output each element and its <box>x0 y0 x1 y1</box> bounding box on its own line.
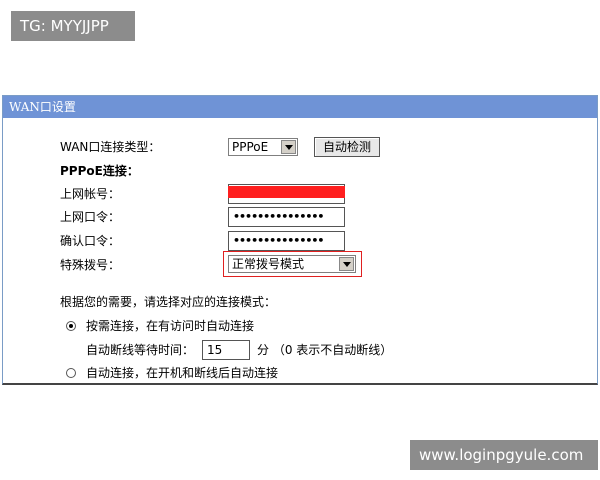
radio-auto-connect[interactable] <box>66 368 76 378</box>
idle-time-label: 自动断线等待时间： <box>86 343 195 357</box>
confirm-password-field[interactable]: ••••••••••••••• <box>228 231 345 251</box>
conn-type-select[interactable]: PPPoE <box>228 138 298 156</box>
chevron-down-icon[interactable] <box>281 140 296 154</box>
auto-detect-button[interactable]: 自动检测 <box>314 137 380 157</box>
password-label: 上网口令： <box>60 210 121 224</box>
conn-type-value: PPPoE <box>232 140 269 154</box>
idle-time-field[interactable]: 15 <box>202 340 250 360</box>
watermark-top: TG: MYYJJPP <box>11 11 135 41</box>
on-demand-label: 按需连接，在有访问时自动连接 <box>86 319 255 333</box>
password-field[interactable]: ••••••••••••••• <box>228 207 345 227</box>
confirm-password-label: 确认口令： <box>60 234 121 248</box>
account-label: 上网帐号： <box>60 187 121 201</box>
chevron-down-icon[interactable] <box>339 257 354 271</box>
pppoe-heading: PPPoE连接： <box>60 164 139 178</box>
special-dial-label: 特殊拨号： <box>60 258 121 272</box>
watermark-bottom: www.loginpgyule.com <box>410 440 598 470</box>
panel-title: WAN口设置 <box>3 96 597 118</box>
conn-type-label: WAN口连接类型： <box>60 140 161 154</box>
special-dial-select[interactable]: 正常拨号模式 <box>228 255 356 273</box>
idle-time-unit: 分 （0 表示不自动断线） <box>257 343 393 357</box>
mode-prompt: 根据您的需要，请选择对应的连接模式： <box>60 295 277 309</box>
radio-on-demand[interactable] <box>66 321 76 331</box>
redaction-bar <box>228 186 345 198</box>
special-dial-value: 正常拨号模式 <box>232 257 305 271</box>
auto-connect-label: 自动连接，在开机和断线后自动连接 <box>86 366 279 380</box>
